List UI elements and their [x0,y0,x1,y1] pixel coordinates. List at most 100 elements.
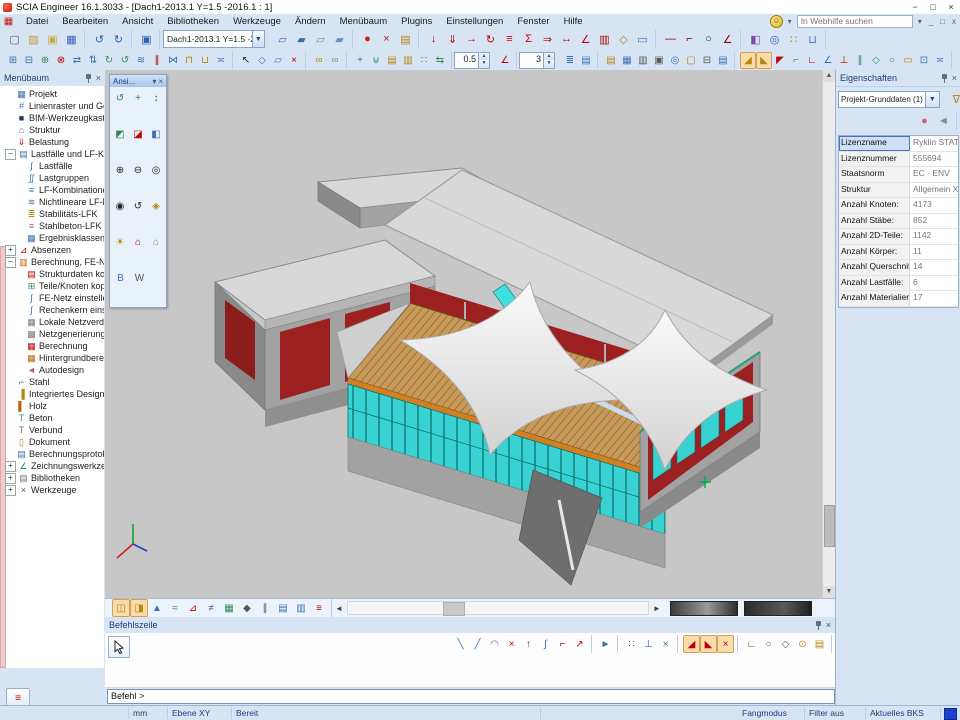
node-copy-icon[interactable]: ⊞ [5,52,21,69]
rotate-icon[interactable]: ↻ [101,52,117,69]
tree-item-dokument[interactable]: ▯Dokument [5,436,104,448]
disconnect-icon[interactable]: ⊔ [197,52,213,69]
snap-endpoint-icon[interactable]: ◢ [683,635,700,653]
tree-item-berechnung-fe-netz[interactable]: −▥Berechnung, FE-Netz [5,256,104,268]
span-load-icon[interactable]: ↔ [557,30,576,49]
beam-view-icon[interactable]: ∥ [256,599,274,617]
scroll-thumb[interactable] [443,602,465,616]
align-icon[interactable]: ⇅ [85,52,101,69]
property-value[interactable]: 6 [910,276,958,291]
copy-icon[interactable]: ⊎ [368,52,384,69]
maximize-button[interactable]: □ [924,2,942,12]
snap-size-stepper[interactable]: 0.5 ▲▼ [454,52,490,69]
view-front-icon[interactable]: ◩ [111,125,129,143]
snap-intersection-icon[interactable]: × [717,635,734,653]
project-icon[interactable]: ▣ [43,30,62,49]
line-icon[interactable]: — [661,30,680,49]
chart-icon[interactable]: ● [915,111,934,130]
minimize-button[interactable]: − [906,2,924,12]
array-icon[interactable]: ∷ [416,52,432,69]
open-icon[interactable]: ▨ [24,30,43,49]
tree-item-linienraster-und-geschosse[interactable]: #Linienraster und Geschosse [5,100,104,112]
status-empty[interactable] [0,708,129,719]
table-icon[interactable]: ▦ [619,52,635,69]
snap-ortho2-icon[interactable]: ∟ [804,52,820,69]
filter-layers-icon[interactable]: ▤ [578,52,594,69]
draw-line2-icon[interactable]: ╱ [469,635,486,653]
table-results-icon[interactable]: ▥ [635,52,651,69]
wireframe-icon[interactable]: W [130,269,149,287]
snap-center-icon[interactable]: ⊙ [794,635,811,653]
property-row-anzahl-stäbe[interactable]: Anzahl Stäbe:852 [839,214,958,230]
coords-icon[interactable]: ∷ [784,30,803,49]
close-button[interactable]: × [942,2,960,12]
help-dropdown-icon[interactable]: ▾ [786,17,794,26]
search-dropdown-icon[interactable]: ▾ [916,17,924,26]
angle-load-icon[interactable]: ∠ [576,30,595,49]
mdi-minimize-button[interactable]: _ [927,17,935,26]
duplicate-icon[interactable]: ▥ [400,52,416,69]
structural-model-3d[interactable] [105,70,835,617]
expand-icon[interactable]: + [5,473,16,484]
undo-icon[interactable]: ↺ [90,30,109,49]
expand-icon[interactable]: + [5,485,16,496]
snap-match2-icon[interactable]: ≍ [932,52,948,69]
database-icon[interactable]: ⊟ [699,52,715,69]
viewport-vscrollbar[interactable]: ▲ ▼ [822,70,835,598]
snap-corner-icon[interactable]: ◢ [740,52,756,69]
properties-combobox[interactable]: Projekt-Grunddaten (1) ▼ [838,91,940,108]
status-plane[interactable]: Ebene XY [168,708,232,719]
search-icon[interactable]: ◎ [667,52,683,69]
tree-item-strukturdaten-kontrollier[interactable]: ▤Strukturdaten kontrollier [5,268,104,280]
scroll-up-icon[interactable]: ▲ [823,70,835,82]
terrain-icon[interactable]: ◆ [238,599,256,617]
snap-rect-icon[interactable]: ⌐ [788,52,804,69]
stepper-up-icon[interactable]: ▲ [544,53,554,61]
menu-item-ändern[interactable]: Ändern [288,16,333,27]
angle-icon[interactable]: ∠ [718,30,737,49]
insert-block-3-icon[interactable]: ▱ [311,30,330,49]
view-side-icon[interactable]: ◪ [129,125,147,143]
flag-select-icon[interactable]: ► [597,635,614,653]
vector-icon[interactable]: ↗ [571,635,588,653]
property-value[interactable]: EC - ENV [910,167,958,182]
swap-icon[interactable]: ⇄ [69,52,85,69]
node-move-icon[interactable]: ⊟ [21,52,37,69]
property-value[interactable]: 852 [910,214,958,229]
snap-center2-icon[interactable]: ⊡ [916,52,932,69]
erase-icon[interactable]: × [503,635,520,653]
chevron-down-icon[interactable]: ▼ [252,31,264,47]
snap-par2-icon[interactable]: ∥ [852,52,868,69]
chevron-down-icon[interactable]: ▼ [925,92,939,107]
tree-item-stahlbeton-lfk[interactable]: ≡Stahlbeton-LFK [5,220,104,232]
pin-icon[interactable] [815,621,822,630]
snap-midpoint-icon[interactable]: ◣ [700,635,717,653]
rotate-load-icon[interactable]: ↻ [481,30,500,49]
tree-item-teile-knoten-koppeln[interactable]: ⊞Teile/Knoten koppeln [5,280,104,292]
tree-item-beton[interactable]: TBeton [5,412,104,424]
tree-item-ergebnisklassen[interactable]: ▦Ergebnisklassen [5,232,104,244]
document-icon[interactable]: ▢ [683,52,699,69]
combination-icon[interactable]: Σ [519,30,538,49]
render-icon[interactable]: ● [358,30,377,49]
scroll-right-icon[interactable]: ► [650,604,664,613]
menu-item-datei[interactable]: Datei [19,16,55,27]
clipboard-icon[interactable]: ▤ [603,52,619,69]
tree-item-lastfälle[interactable]: ∫Lastfälle [5,160,104,172]
property-value[interactable]: 4173 [910,198,958,213]
property-row-anzahl-lastfälle[interactable]: Anzahl Lastfälle:6 [839,276,958,292]
tree-item-lf-kombinationen[interactable]: ≡LF-Kombinationen [5,184,104,196]
snap-box2-icon[interactable]: ▭ [900,52,916,69]
tree-item-verbund[interactable]: TVerbund [5,424,104,436]
report-icon[interactable]: ▤ [715,52,731,69]
draw-arc-icon[interactable]: ◠ [486,635,503,653]
pan-view-icon[interactable]: + [129,89,147,107]
pin-icon[interactable] [85,74,92,83]
property-value[interactable]: 14 [910,260,958,275]
view-top-icon[interactable]: ◧ [147,125,165,143]
tree-item-bim-werkzeugkasten[interactable]: ■BIM-Werkzeugkasten [5,112,104,124]
mirror-icon[interactable]: ⇆ [432,52,448,69]
scroll-down-icon[interactable]: ▼ [823,586,835,598]
support-icon[interactable]: ◇ [614,30,633,49]
background-icon[interactable]: B [111,269,130,287]
